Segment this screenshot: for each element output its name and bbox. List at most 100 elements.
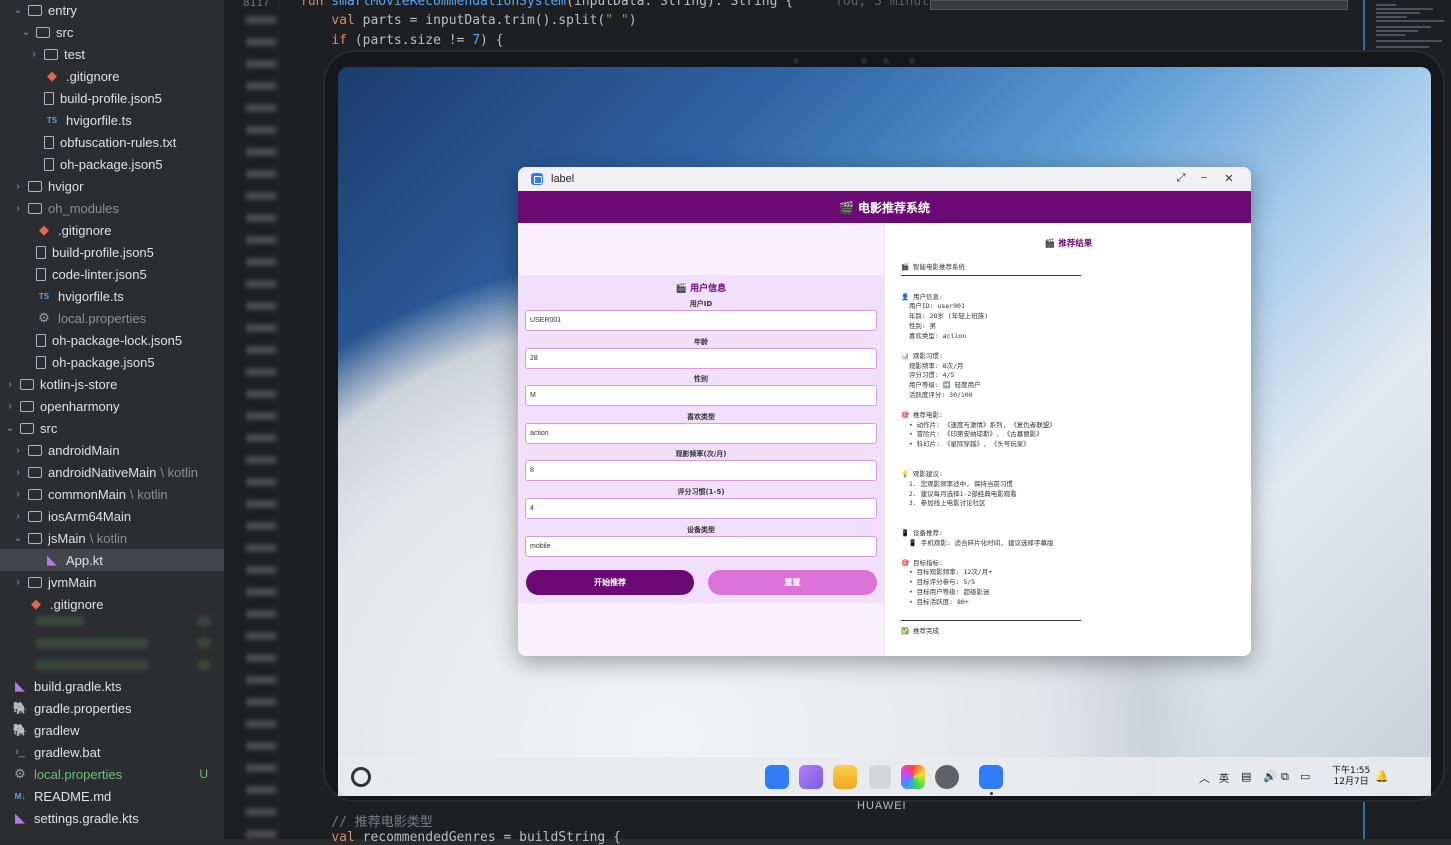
- field-input[interactable]: USER001: [525, 310, 877, 331]
- result-line: • 目标用户等级: 超级影迷: [901, 588, 990, 597]
- result-line: 💡 观影建议:: [901, 469, 943, 478]
- vcs-status-badge: U: [199, 767, 208, 781]
- clipboard-icon[interactable]: ▤: [1241, 770, 1251, 783]
- tree-item[interactable]: ›_ gradlew.bat: [0, 741, 224, 763]
- tree-item[interactable]: oh-package-lock.json5: [0, 329, 224, 351]
- tree-item[interactable]: ⌄ jsMain \ kotlin: [0, 527, 224, 549]
- file-icon: [44, 157, 54, 171]
- chevron-right-icon[interactable]: ›: [12, 511, 24, 522]
- chevron-down-icon[interactable]: ⌄: [12, 533, 24, 544]
- gallery-icon[interactable]: [901, 765, 925, 789]
- chevron-up-icon[interactable]: ︿: [1199, 770, 1210, 786]
- settings-icon[interactable]: [935, 765, 959, 789]
- tree-item[interactable]: ⌄ src: [0, 21, 224, 43]
- gutter-mark: [246, 742, 276, 750]
- tree-item[interactable]: oh-package.json5: [0, 153, 224, 175]
- tree-item[interactable]: ⌄ entry: [0, 0, 224, 21]
- ts-icon: TS: [46, 115, 58, 125]
- tree-item[interactable]: › iosArm64Main: [0, 505, 224, 527]
- tree-item[interactable]: ⚙ local.properties: [0, 307, 224, 329]
- tree-item[interactable]: oh-package.json5: [0, 351, 224, 373]
- tree-item[interactable]: code-linter.json5: [0, 263, 224, 285]
- tree-item[interactable]: 🐘 gradlew: [0, 719, 224, 741]
- chevron-down-icon[interactable]: ⌄: [20, 27, 32, 38]
- clock[interactable]: 下午1:55 12月7日: [1332, 766, 1370, 788]
- chevron-right-icon[interactable]: ›: [4, 401, 16, 412]
- tree-item[interactable]: TS hvigorfile.ts: [0, 285, 224, 307]
- chevron-right-icon[interactable]: ›: [12, 467, 24, 478]
- tree-item[interactable]: build-profile.json5: [0, 241, 224, 263]
- tree-item[interactable]: › openharmony: [0, 395, 224, 417]
- result-line: • 冒险片: 《印第安纳琼斯》, 《古墓丽影》: [901, 430, 1043, 439]
- gear-icon: ⚙: [38, 310, 50, 325]
- tree-item[interactable]: ◆ .gitignore: [0, 593, 224, 615]
- tree-item[interactable]: ◆ .gitignore: [0, 65, 224, 87]
- chevron-down-icon[interactable]: ⌄: [4, 423, 16, 434]
- tree-item[interactable]: ⚙ local.properties U: [0, 763, 224, 785]
- tree-item[interactable]: › test: [0, 43, 224, 65]
- ime-indicator[interactable]: 英: [1219, 770, 1229, 785]
- home-button-icon[interactable]: [351, 767, 371, 787]
- field-input[interactable]: 4: [525, 498, 877, 519]
- form-title: 🎬 用户信息: [675, 284, 727, 294]
- tree-item[interactable]: › kotlin-js-store: [0, 373, 224, 395]
- tree-item[interactable]: › commonMain \ kotlin: [0, 483, 224, 505]
- tree-item[interactable]: ◣ App.kt: [0, 549, 224, 571]
- trash-icon[interactable]: [869, 765, 891, 789]
- multitask-icon[interactable]: [799, 765, 823, 789]
- chevron-right-icon[interactable]: ›: [28, 49, 40, 60]
- reset-button[interactable]: 重置: [708, 570, 877, 595]
- tree-item[interactable]: ◣ build.gradle.kts: [0, 675, 224, 697]
- gutter-mark: [246, 148, 276, 156]
- chevron-down-icon[interactable]: ⌄: [12, 5, 24, 16]
- tree-item[interactable]: M↓ README.md: [0, 785, 224, 807]
- gutter-mark: [246, 214, 276, 222]
- close-icon[interactable]: ✕: [1222, 172, 1236, 185]
- chevron-right-icon[interactable]: ›: [12, 445, 24, 456]
- chevron-right-icon[interactable]: ›: [12, 203, 24, 214]
- outline-panel-header[interactable]: [0, 829, 224, 839]
- result-line: 年龄: 28岁 (年轻上班族): [901, 312, 989, 321]
- file-icon: [36, 267, 46, 281]
- chevron-right-icon[interactable]: ›: [12, 489, 24, 500]
- search-popup[interactable]: [930, 0, 1348, 10]
- minimize-icon[interactable]: −: [1197, 172, 1211, 184]
- chevron-right-icon[interactable]: ›: [12, 181, 24, 192]
- tree-item[interactable]: › androidMain: [0, 439, 224, 461]
- gutter-mark: [246, 544, 276, 552]
- field-input[interactable]: action: [525, 422, 877, 444]
- tree-item[interactable]: › jvmMain: [0, 571, 224, 593]
- tree-item[interactable]: 🐘 gradle.properties: [0, 697, 224, 719]
- field-label: 观影频率(次/月): [675, 450, 727, 459]
- tree-item[interactable]: obfuscation-rules.txt: [0, 131, 224, 153]
- files-icon[interactable]: [833, 765, 857, 789]
- start-recommend-button[interactable]: 开始推荐: [526, 570, 694, 595]
- field-input[interactable]: 28: [525, 347, 877, 369]
- tree-item[interactable]: ⌄ src: [0, 417, 224, 439]
- tree-item[interactable]: build-profile.json5: [0, 87, 224, 109]
- chevron-right-icon[interactable]: ›: [4, 379, 16, 390]
- tree-item[interactable]: › oh_modules: [0, 197, 224, 219]
- app-launcher-icon[interactable]: [765, 765, 789, 789]
- blurred-tree-item: [36, 616, 84, 626]
- running-app-icon[interactable]: [979, 765, 1003, 789]
- field-label: 年龄: [694, 337, 708, 346]
- tree-item-label: build-profile.json5: [52, 244, 154, 260]
- restore-icon[interactable]: ⤢: [1174, 172, 1188, 185]
- tree-item[interactable]: ◣ settings.gradle.kts: [0, 807, 224, 829]
- tree-item[interactable]: TS hvigorfile.ts: [0, 109, 224, 131]
- field-input[interactable]: M: [525, 385, 877, 407]
- tree-item[interactable]: › androidNativeMain \ kotlin: [0, 461, 224, 483]
- tree-item-suffix: \ kotlin: [89, 530, 128, 546]
- result-line: • 目标观影频率: 12次/月+: [901, 568, 993, 577]
- window-titlebar[interactable]: label ⤢ − ✕: [518, 167, 1251, 191]
- notification-bell-icon[interactable]: 🔔: [1375, 770, 1389, 783]
- devices-icon[interactable]: ⧉: [1281, 770, 1289, 784]
- field-input[interactable]: mobile: [525, 535, 877, 557]
- tree-item[interactable]: ◆ .gitignore: [0, 219, 224, 241]
- md-icon: M↓: [14, 791, 26, 801]
- volume-icon[interactable]: 🔊: [1263, 770, 1277, 783]
- tree-item[interactable]: › hvigor: [0, 175, 224, 197]
- chevron-right-icon[interactable]: ›: [12, 577, 24, 588]
- field-input[interactable]: 8: [525, 460, 877, 482]
